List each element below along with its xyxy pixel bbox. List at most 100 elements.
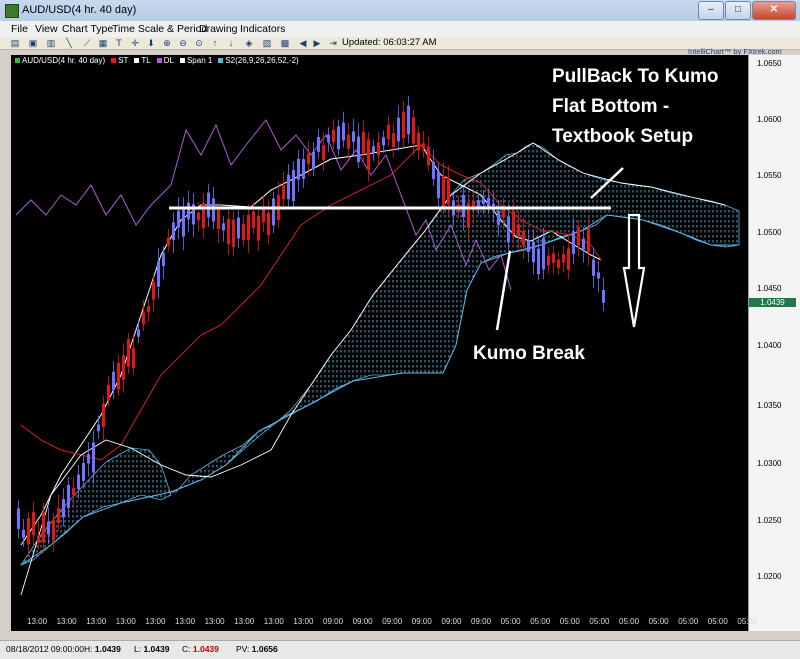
candle-body [232, 219, 235, 248]
line-tool-icon[interactable]: ╲ [64, 38, 74, 48]
candle-body [417, 132, 420, 151]
candle-body [602, 289, 605, 303]
candle-body [97, 424, 100, 432]
candle-body [222, 223, 225, 231]
save-icon[interactable]: ▥ [46, 38, 56, 48]
crosshair-icon[interactable]: ✛ [130, 38, 140, 48]
candle-body [212, 198, 215, 222]
draw-down-icon[interactable]: ↓ [226, 38, 236, 48]
candle-body [102, 403, 105, 428]
x-tick: 09:00 [323, 617, 344, 626]
y-tick: 1.0300 [757, 459, 782, 468]
candle-body [67, 484, 70, 508]
candle-body [402, 111, 405, 139]
candle-body [317, 136, 320, 152]
fibonacci-icon[interactable]: ▦ [98, 38, 108, 48]
price-axis[interactable]: 1.0650 1.0600 1.0550 1.0500 1.0450 1.040… [748, 55, 800, 631]
candle-body [87, 454, 90, 464]
toolbar: ▤ ▣ ▥ ╲ ⟋ ▦ T ✛ ⬇ ⊕ ⊖ ⊙ ↑ ↓ ◈ ▧ ▩ ◀ ▶ ⇥ … [0, 37, 800, 50]
menu-chart-type[interactable]: Chart Type [62, 23, 113, 35]
candle-body [207, 192, 210, 218]
candle-body [237, 217, 240, 239]
candle-body [432, 162, 435, 180]
candle-body [112, 371, 115, 390]
x-tick: 13:00 [175, 617, 196, 626]
x-tick: 13:00 [204, 617, 225, 626]
menu-file[interactable]: File [11, 23, 28, 35]
candle-body [307, 153, 310, 164]
candle-body [82, 463, 85, 481]
legend-item-st: ST [111, 56, 128, 67]
scroll-end-icon[interactable]: ⇥ [328, 38, 338, 48]
candle-body [22, 529, 25, 538]
candle-body [162, 252, 165, 266]
open-icon[interactable]: ▤ [10, 38, 20, 48]
candle-body [552, 253, 555, 264]
candle-body [197, 212, 200, 221]
candle-body [92, 442, 95, 473]
candle-body [107, 384, 110, 401]
candle-body [527, 240, 530, 252]
status-low: L: 1.0439 [134, 644, 170, 654]
down-arrow [622, 213, 646, 328]
candle-body [157, 261, 160, 287]
layout-icon[interactable]: ▧ [262, 38, 272, 48]
print-icon[interactable]: ▣ [28, 38, 38, 48]
candle-body [147, 306, 150, 313]
candle-body [52, 519, 55, 541]
setup-line-3: Textbook Setup [552, 126, 694, 147]
x-tick: 05:00 [589, 617, 610, 626]
zoom-out-icon[interactable]: ⊖ [178, 38, 188, 48]
menu-drawing[interactable]: Drawing [199, 23, 238, 35]
candle-body [502, 208, 505, 218]
text-tool-icon[interactable]: T [114, 38, 124, 48]
x-tick: 05:00 [678, 617, 699, 626]
candle-body [187, 202, 190, 220]
scroll-right-icon[interactable]: ▶ [312, 38, 322, 48]
candle-body [62, 499, 65, 518]
candle-body [32, 511, 35, 536]
zoom-fit-icon[interactable]: ⊙ [194, 38, 204, 48]
x-tick: 05:00 [737, 617, 758, 626]
candle-body [422, 143, 425, 150]
candle-body [37, 535, 40, 543]
menu-view[interactable]: View [35, 23, 58, 35]
candle-body [367, 139, 370, 171]
arrow-down-icon[interactable]: ⬇ [146, 38, 156, 48]
candle-body [217, 209, 220, 230]
candle-body [512, 211, 515, 235]
grid-icon[interactable]: ▩ [280, 38, 290, 48]
candle-body [242, 223, 245, 241]
x-tick: 05:00 [707, 617, 728, 626]
minimize-button[interactable]: – [698, 1, 724, 20]
zoom-in-icon[interactable]: ⊕ [162, 38, 172, 48]
candle-body [267, 212, 270, 236]
maximize-button[interactable]: □ [725, 1, 751, 20]
candle-body [427, 146, 430, 166]
candle-body [372, 146, 375, 153]
candle-body [542, 237, 545, 270]
candle-body [537, 248, 540, 275]
menu-indicators[interactable]: Indicators [240, 23, 286, 35]
draw-up-icon[interactable]: ↑ [210, 38, 220, 48]
x-tick: 13:00 [86, 617, 107, 626]
scroll-left-icon[interactable]: ◀ [298, 38, 308, 48]
x-tick: 09:00 [471, 617, 492, 626]
candle-body [392, 133, 395, 148]
x-tick: 13:00 [293, 617, 314, 626]
candle-body [177, 210, 180, 228]
candle-body [382, 137, 385, 146]
candle-body [597, 272, 600, 279]
x-tick: 13:00 [56, 617, 77, 626]
trendline-icon[interactable]: ⟋ [82, 38, 92, 48]
last-price-badge: 1.0439 [749, 298, 796, 307]
menu-time-scale[interactable]: Time Scale & Period [112, 23, 207, 35]
indicator-icon[interactable]: ◈ [244, 38, 254, 48]
candle-body [592, 259, 595, 276]
candle-body [182, 206, 185, 237]
candle-body [327, 134, 330, 143]
time-axis[interactable]: 13:00 13:00 13:00 13:00 13:00 13:00 13:00 13:00… [11, 613, 757, 631]
candle-body [477, 200, 480, 207]
x-tick: 05:00 [648, 617, 669, 626]
close-button[interactable]: ✕ [752, 1, 796, 20]
